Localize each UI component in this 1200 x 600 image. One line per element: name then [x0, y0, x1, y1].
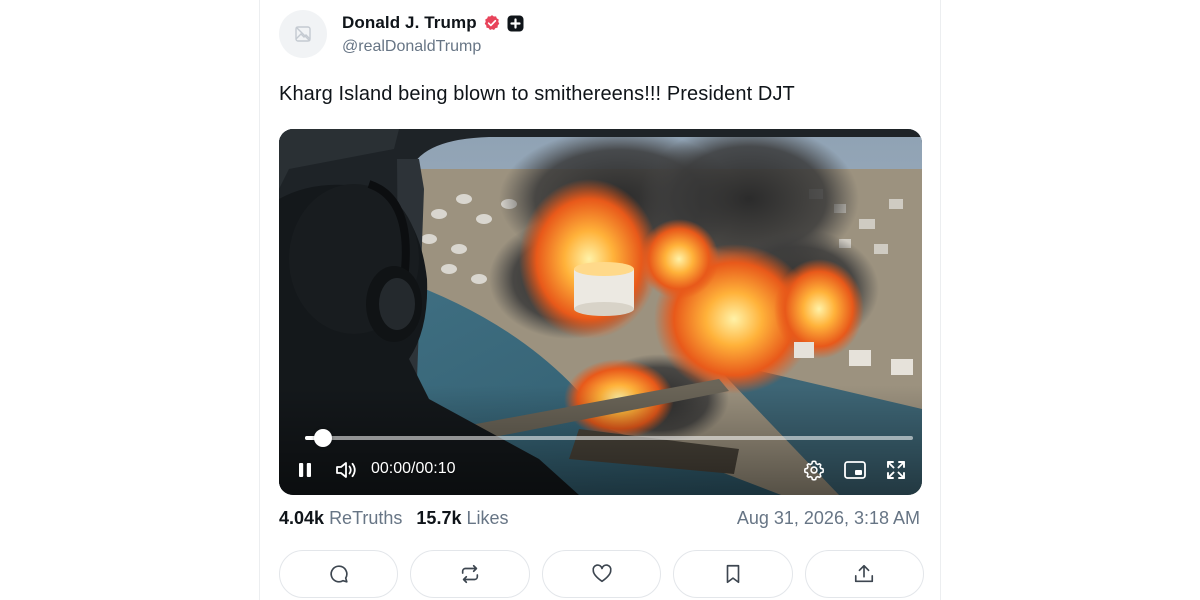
- reply-icon: [330, 565, 348, 583]
- video-progress-bar[interactable]: [305, 429, 913, 447]
- gear-icon: [803, 460, 825, 481]
- author-display-name[interactable]: Donald J. Trump: [342, 13, 477, 33]
- settings-button[interactable]: [802, 458, 826, 482]
- video-current-time: 00:00: [371, 460, 412, 477]
- video-frame-image: [279, 129, 922, 495]
- fullscreen-icon: [887, 461, 905, 479]
- share-icon: [855, 564, 874, 583]
- pause-icon: [299, 463, 311, 477]
- retruths-stat[interactable]: 4.04k ReTruths: [279, 508, 402, 529]
- likes-stat[interactable]: 15.7k Likes: [416, 508, 508, 529]
- like-icon: [591, 564, 612, 583]
- share-button[interactable]: [804, 550, 925, 598]
- author-name-row: Donald J. Trump: [342, 13, 524, 33]
- broken-image-icon: [295, 26, 311, 42]
- post-actions-bar: [279, 550, 925, 598]
- author-handle[interactable]: @realDonaldTrump: [342, 38, 481, 56]
- verified-badge-icon: [483, 14, 501, 32]
- post-text: Kharg Island being blown to smithereens!…: [279, 83, 795, 105]
- picture-in-picture-icon: [844, 461, 866, 479]
- post-stats: 4.04k ReTruths 15.7k Likes: [279, 508, 509, 529]
- reply-button[interactable]: [279, 550, 399, 598]
- picture-in-picture-button[interactable]: [842, 458, 868, 482]
- retruth-button[interactable]: [410, 550, 530, 598]
- post-card: Donald J. Trump @realDonaldTrump Kharg I…: [259, 0, 941, 600]
- fullscreen-button[interactable]: [884, 458, 908, 482]
- bookmark-icon: [726, 564, 740, 584]
- avatar[interactable]: [279, 10, 327, 58]
- video-player[interactable]: 00:00/00:10: [279, 129, 922, 495]
- video-time-display: 00:00/00:10: [371, 460, 456, 478]
- like-button[interactable]: [541, 550, 662, 598]
- likes-label: Likes: [466, 508, 509, 528]
- post-timestamp: Aug 31, 2026, 3:18 AM: [736, 508, 920, 528]
- volume-button[interactable]: [333, 457, 359, 483]
- video-duration: 00:10: [415, 460, 456, 477]
- plus-badge-icon: [507, 15, 524, 32]
- likes-count: 15.7k: [416, 508, 462, 528]
- pause-button[interactable]: [294, 458, 316, 482]
- volume-icon: [336, 462, 356, 478]
- bookmark-button[interactable]: [673, 550, 793, 598]
- retruths-count: 4.04k: [279, 508, 325, 528]
- retruth-icon: [461, 564, 479, 584]
- retruths-label: ReTruths: [329, 508, 403, 528]
